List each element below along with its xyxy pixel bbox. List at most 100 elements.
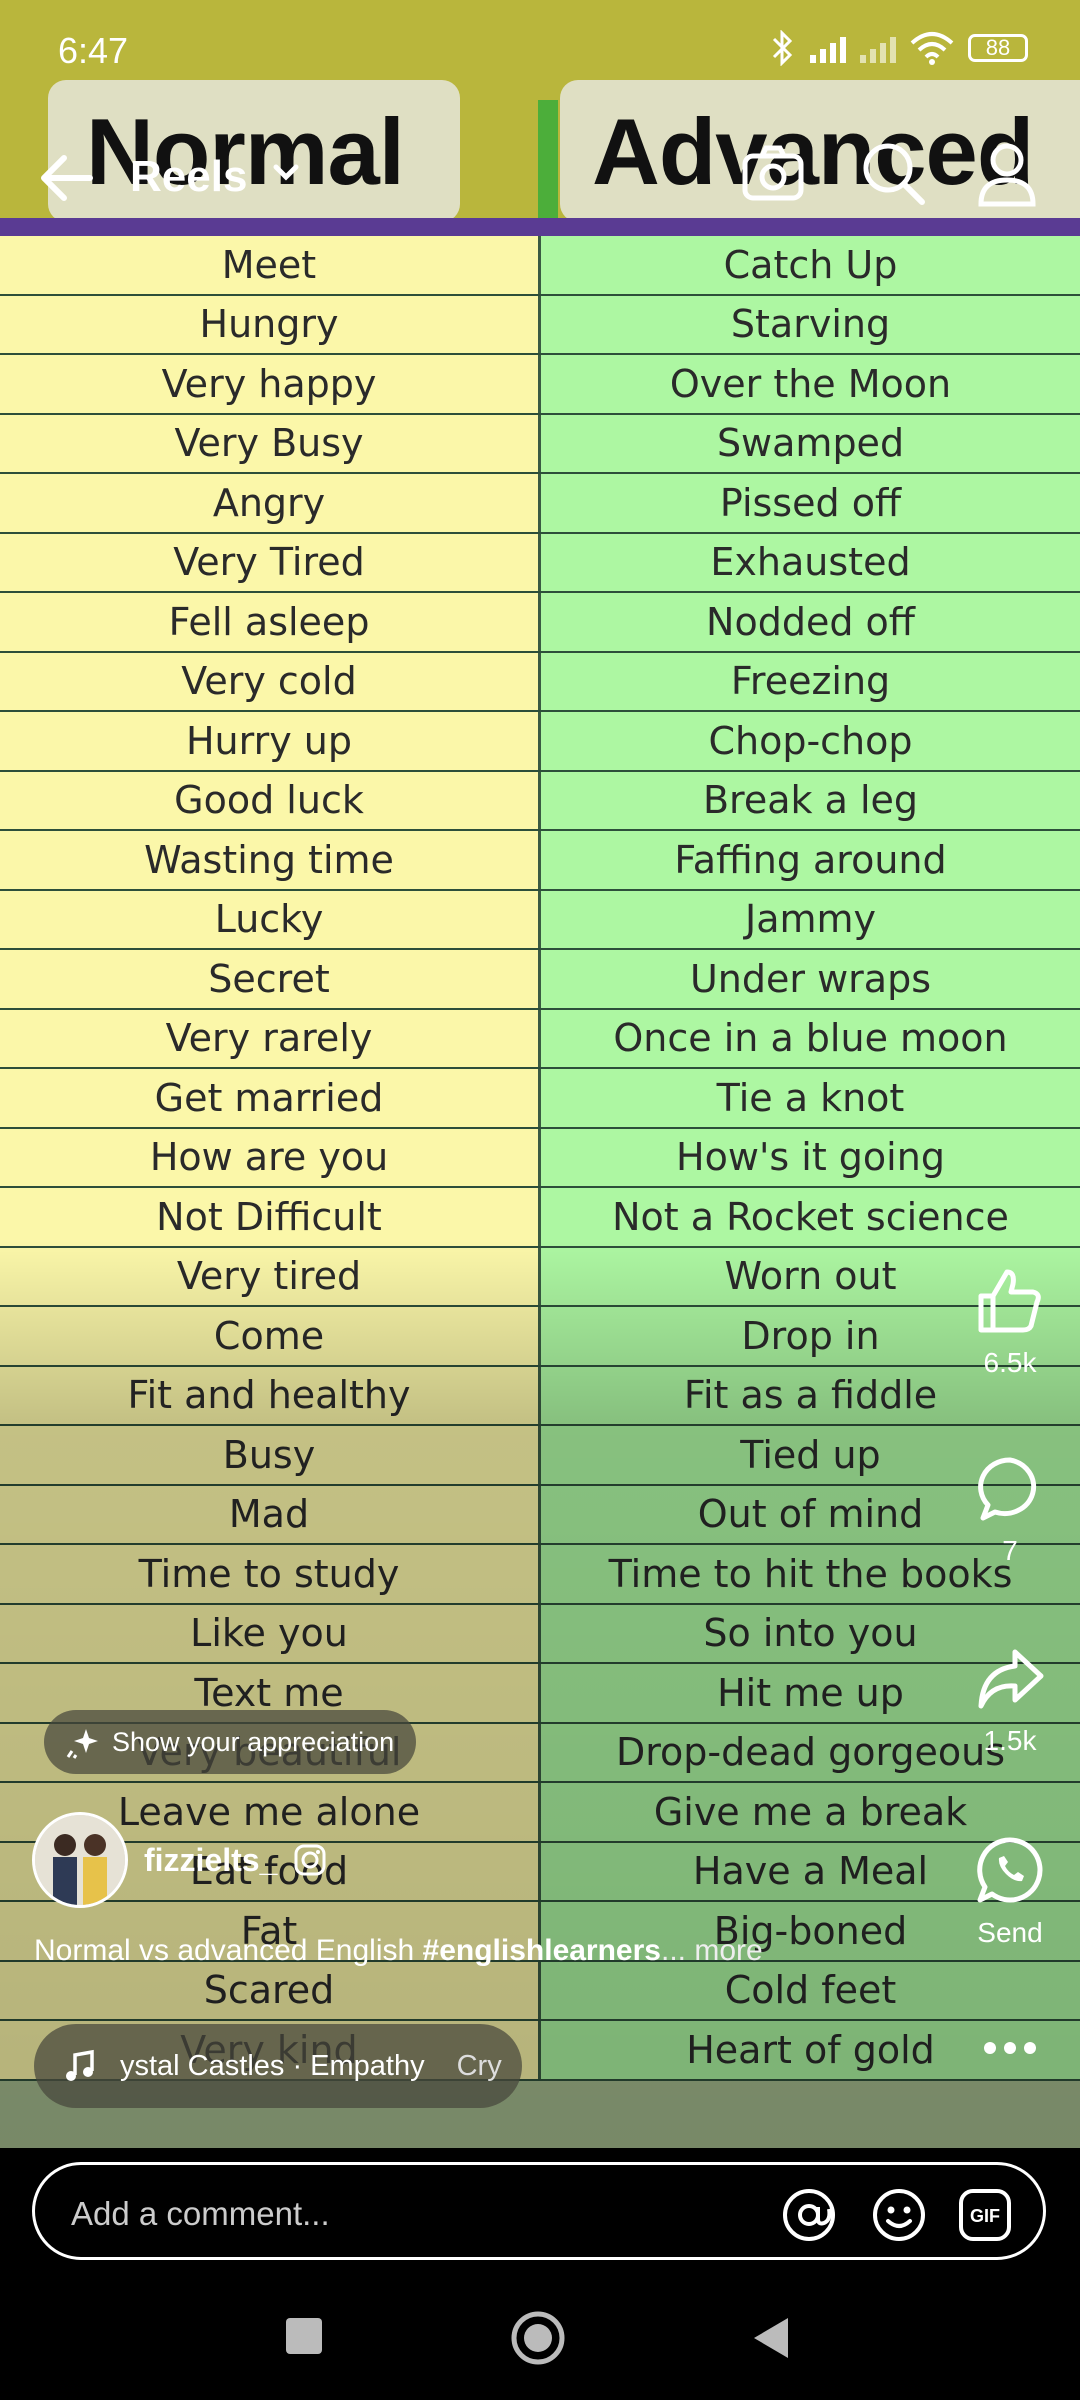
comment-input[interactable]: Add a comment... GIF xyxy=(32,2162,1046,2260)
normal-phrase: Very Tired xyxy=(0,533,538,591)
normal-phrase: How are you xyxy=(0,1128,538,1186)
avatar[interactable] xyxy=(32,1812,128,1908)
avatar-image xyxy=(35,1815,125,1905)
table-row: Busy Tied up xyxy=(0,1426,1080,1486)
music-pill[interactable]: ystal Castles · Empathy Cry xyxy=(34,2024,522,2108)
square-nav-icon[interactable] xyxy=(284,2316,324,2356)
advanced-phrase: Cold feet xyxy=(538,1961,1080,2019)
table-row: Like you So into you xyxy=(0,1604,1080,1664)
advanced-phrase: Give me a break xyxy=(538,1783,1080,1841)
wifi-icon xyxy=(910,32,954,65)
normal-phrase: Hurry up xyxy=(0,712,538,770)
comment-action[interactable]: 7 xyxy=(940,1454,1080,1567)
caption-text: Normal vs advanced English xyxy=(34,1934,423,1967)
triangle-nav-icon[interactable] xyxy=(752,2316,792,2360)
svg-text:GIF: GIF xyxy=(970,2206,1000,2226)
phrase-table: Meet Catch Up Hungry Starving Very happy Over… xyxy=(0,236,1080,2081)
normal-phrase: Meet xyxy=(0,236,538,294)
normal-phrase: Busy xyxy=(0,1426,538,1484)
reels-screen: Normal Advanced Meet Catch Up Hungry Starvi… xyxy=(0,0,1080,2400)
music-track: ystal Castles · Empathy xyxy=(120,2049,425,2082)
status-bar: 6:47 88 xyxy=(0,0,1080,100)
appreciation-button[interactable]: Show your appreciation xyxy=(44,1710,417,1774)
advanced-phrase: Break a leg xyxy=(538,771,1080,829)
table-row: Very happy Over the Moon xyxy=(0,355,1080,415)
advanced-phrase: Once in a blue moon xyxy=(538,1009,1080,1067)
caption-hashtag[interactable]: #englishlearners xyxy=(423,1934,661,1967)
chevron-down-icon[interactable] xyxy=(268,154,304,190)
system-nav-bar xyxy=(0,2274,1080,2400)
like-action[interactable]: 6.5k xyxy=(940,1266,1080,1379)
camera-icon[interactable] xyxy=(740,140,806,206)
advanced-phrase: Under wraps xyxy=(538,950,1080,1008)
table-row: How are you How's it going xyxy=(0,1128,1080,1188)
share-icon[interactable] xyxy=(975,1644,1045,1714)
normal-phrase: Come xyxy=(0,1307,538,1365)
normal-phrase: Very cold xyxy=(0,652,538,710)
table-row: Get married Tie a knot xyxy=(0,1069,1080,1129)
advanced-phrase: Not a Rocket science xyxy=(538,1188,1080,1246)
search-icon[interactable] xyxy=(860,140,928,208)
advanced-phrase: Tie a knot xyxy=(538,1069,1080,1127)
normal-phrase: Very happy xyxy=(0,355,538,413)
advanced-phrase: Swamped xyxy=(538,414,1080,472)
table-row: Good luck Break a leg xyxy=(0,771,1080,831)
table-row: Not Difficult Not a Rocket science xyxy=(0,1188,1080,1248)
table-row: Come Drop in xyxy=(0,1307,1080,1367)
advanced-phrase: Chop-chop xyxy=(538,712,1080,770)
profile-icon[interactable] xyxy=(976,140,1038,208)
table-row: Wasting time Faffing around xyxy=(0,831,1080,891)
bluetooth-icon xyxy=(772,30,793,66)
normal-phrase: Very tired xyxy=(0,1247,538,1305)
normal-phrase: Very rarely xyxy=(0,1009,538,1067)
gif-icon[interactable]: GIF xyxy=(957,2187,1013,2243)
username[interactable]: fizzielts_ xyxy=(144,1842,277,1879)
status-time: 6:47 xyxy=(58,30,129,71)
send-label: Send xyxy=(977,1917,1043,1948)
advanced-phrase: Faffing around xyxy=(538,831,1080,889)
at-icon[interactable] xyxy=(781,2187,837,2243)
circle-nav-icon[interactable] xyxy=(510,2310,566,2366)
normal-phrase: Angry xyxy=(0,474,538,532)
advanced-phrase: Jammy xyxy=(538,890,1080,948)
reels-title[interactable]: Reels xyxy=(130,152,247,202)
caption[interactable]: Normal vs advanced English #englishlearn… xyxy=(34,1934,763,1968)
back-arrow-icon[interactable] xyxy=(34,148,98,208)
advanced-phrase: Freezing xyxy=(538,652,1080,710)
comment-placeholder: Add a comment... xyxy=(71,2195,330,2232)
caption-more[interactable]: ... more xyxy=(661,1934,763,1967)
table-row: Very Busy Swamped xyxy=(0,414,1080,474)
table-row: Scared Cold feet xyxy=(0,1961,1080,2021)
more-icon[interactable] xyxy=(980,2038,1040,2058)
whatsapp-icon[interactable] xyxy=(974,1834,1046,1906)
table-row: Very cold Freezing xyxy=(0,652,1080,712)
share-action[interactable]: 1.5k xyxy=(940,1644,1080,1757)
advanced-phrase: Catch Up xyxy=(538,236,1080,294)
normal-phrase: Good luck xyxy=(0,771,538,829)
table-row: Very tired Worn out xyxy=(0,1247,1080,1307)
table-row: Very rarely Once in a blue moon xyxy=(0,1009,1080,1069)
table-row: Lucky Jammy xyxy=(0,890,1080,950)
like-icon[interactable] xyxy=(975,1266,1045,1336)
battery-indicator: 88 xyxy=(968,34,1028,62)
instagram-icon xyxy=(294,1844,326,1876)
music-track-next: Cry xyxy=(456,2049,502,2082)
normal-phrase: Wasting time xyxy=(0,831,538,889)
more-action[interactable] xyxy=(940,2038,1080,2063)
send-action[interactable]: Send xyxy=(940,1834,1080,1949)
normal-phrase: Lucky xyxy=(0,890,538,948)
normal-phrase: Hungry xyxy=(0,295,538,353)
normal-phrase: Mad xyxy=(0,1485,538,1543)
signal-icon-2 xyxy=(860,33,896,63)
emoji-icon[interactable] xyxy=(871,2187,927,2243)
table-row: Very Tired Exhausted xyxy=(0,533,1080,593)
normal-phrase: Scared xyxy=(0,1961,538,2019)
comment-bar: Add a comment... GIF xyxy=(0,2148,1080,2274)
normal-phrase: Like you xyxy=(0,1604,538,1662)
table-row: Angry Pissed off xyxy=(0,474,1080,534)
advanced-phrase: Starving xyxy=(538,295,1080,353)
table-row: Mad Out of mind xyxy=(0,1485,1080,1545)
comment-icon[interactable] xyxy=(975,1454,1045,1524)
comment-count: 7 xyxy=(1002,1535,1018,1566)
signal-icon-1 xyxy=(810,33,846,63)
